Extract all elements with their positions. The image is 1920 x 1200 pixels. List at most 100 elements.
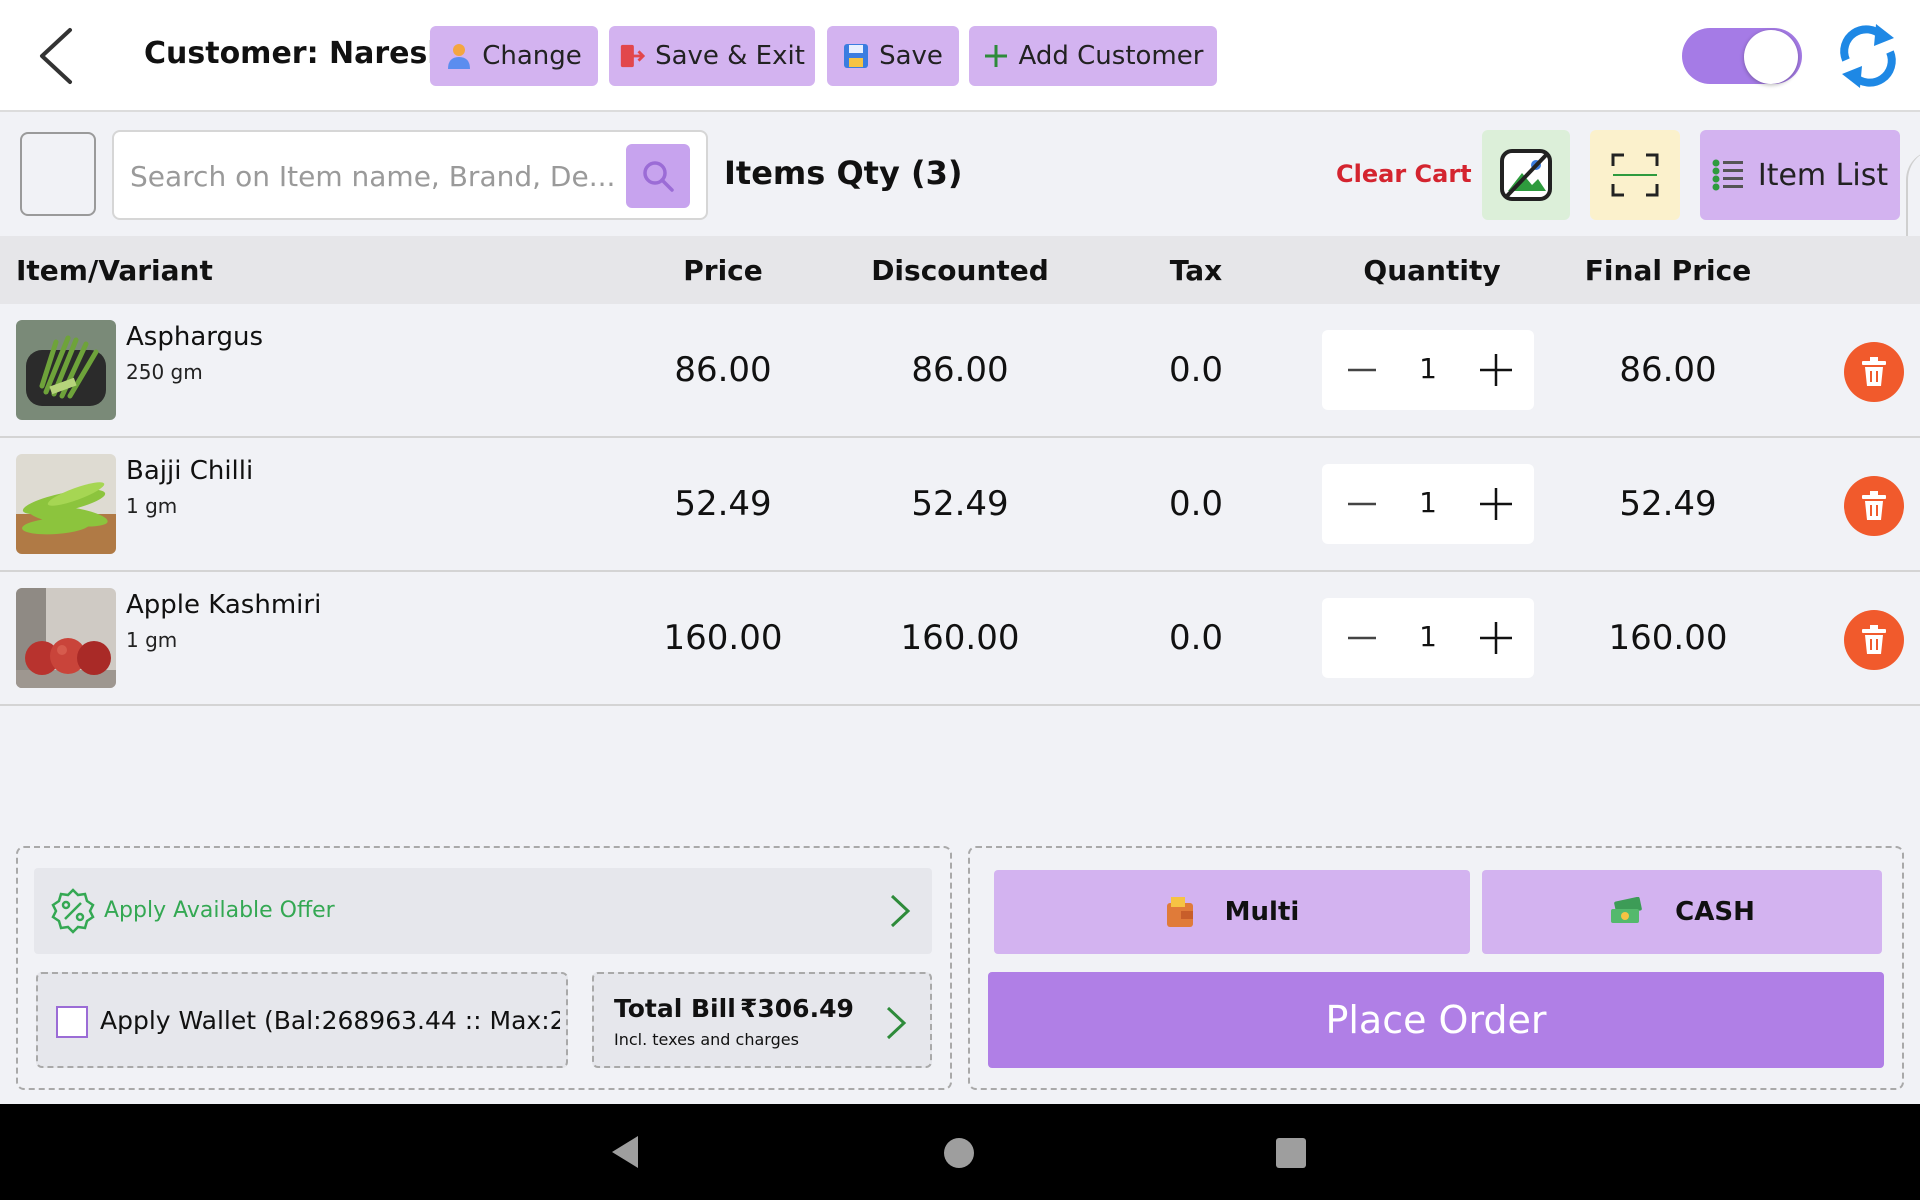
plus-icon[interactable] xyxy=(1476,484,1516,524)
select-all-checkbox[interactable] xyxy=(20,132,96,216)
delete-item-button[interactable] xyxy=(1844,476,1904,536)
floppy-disk-icon xyxy=(843,42,869,70)
item-name: Asphargus xyxy=(126,322,264,352)
table-row[interactable]: Bajji Chilli 1 gm 52.49 52.49 0.0 1 52.4… xyxy=(0,438,1920,572)
item-variant: 1 gm xyxy=(126,494,178,518)
delete-item-button[interactable] xyxy=(1844,342,1904,402)
save-label: Save xyxy=(879,41,943,71)
search-button[interactable] xyxy=(626,144,690,208)
quantity-value[interactable]: 1 xyxy=(1398,620,1458,653)
minus-icon[interactable] xyxy=(1344,352,1380,388)
delete-item-button[interactable] xyxy=(1844,610,1904,670)
minus-icon[interactable] xyxy=(1344,486,1380,522)
item-price: 86.00 xyxy=(674,350,772,390)
quantity-value[interactable]: 1 xyxy=(1398,352,1458,385)
system-nav-bar xyxy=(0,1104,1920,1200)
total-bill-card[interactable]: Total Bill ₹306.49 Incl. texes and charg… xyxy=(592,972,932,1068)
discount-badge-icon xyxy=(51,888,95,934)
items-qty: Items Qty (3) xyxy=(724,154,963,192)
column-quantity: Quantity xyxy=(1363,254,1501,287)
item-final-price: 160.00 xyxy=(1608,618,1728,658)
cash-label: CASH xyxy=(1675,897,1755,927)
plus-icon[interactable] xyxy=(1476,350,1516,390)
column-final-price: Final Price xyxy=(1584,254,1752,287)
total-bill-label: Total Bill xyxy=(614,994,736,1023)
top-bar: Customer: Naresh Change Save & Exit Save… xyxy=(0,0,1920,112)
apply-offer-button[interactable]: Apply Available Offer xyxy=(34,868,932,954)
item-list-button[interactable]: Item List xyxy=(1700,130,1900,220)
nav-back-icon[interactable] xyxy=(606,1132,646,1172)
item-name: Bajji Chilli xyxy=(126,456,254,486)
item-image-asparagus xyxy=(16,320,116,420)
item-final-price: 52.49 xyxy=(1619,484,1717,524)
item-name: Apple Kashmiri xyxy=(126,590,322,620)
item-variant: 250 gm xyxy=(126,360,203,384)
item-final-price: 86.00 xyxy=(1619,350,1717,390)
column-price: Price xyxy=(683,254,763,287)
save-exit-label: Save & Exit xyxy=(655,41,805,71)
total-bill-subtext: Incl. texes and charges xyxy=(614,1030,799,1049)
item-discounted: 160.00 xyxy=(900,618,1020,658)
place-order-button[interactable]: Place Order xyxy=(988,972,1884,1068)
table-row[interactable]: Asphargus 250 gm 86.00 86.00 0.0 1 86.00 xyxy=(0,304,1920,438)
item-image-bajji-chilli xyxy=(16,454,116,554)
sync-icon[interactable] xyxy=(1836,20,1900,92)
item-price: 160.00 xyxy=(663,618,783,658)
chevron-right-icon xyxy=(886,1006,907,1040)
table-row[interactable]: Apple Kashmiri 1 gm 160.00 160.00 0.0 1 … xyxy=(0,572,1920,706)
item-image-apple-kashmiri xyxy=(16,588,116,688)
total-bill-amount: ₹306.49 xyxy=(740,994,854,1023)
plus-icon xyxy=(983,42,1009,70)
toggle-knob xyxy=(1744,30,1798,84)
user-icon xyxy=(446,42,472,70)
quantity-stepper: 1 xyxy=(1322,598,1534,678)
nav-recents-icon[interactable] xyxy=(1276,1138,1306,1168)
clear-cart-button[interactable]: Clear Cart xyxy=(1336,160,1472,188)
minus-icon[interactable] xyxy=(1344,620,1380,656)
column-discounted: Discounted xyxy=(871,254,1049,287)
scan-icon xyxy=(1611,153,1659,197)
quantity-stepper: 1 xyxy=(1322,464,1534,544)
save-exit-button[interactable]: Save & Exit xyxy=(609,26,815,86)
trash-icon xyxy=(1862,491,1886,520)
toggle-images-button[interactable] xyxy=(1482,130,1570,220)
plus-icon[interactable] xyxy=(1476,618,1516,658)
offer-label: Apply Available Offer xyxy=(104,898,335,923)
wallet-checkbox[interactable] xyxy=(56,1006,88,1038)
multi-label: Multi xyxy=(1224,897,1300,927)
add-customer-label: Add Customer xyxy=(1018,41,1204,71)
wallet-label: Apply Wallet (Bal:268963.44 :: Max:20... xyxy=(100,1006,560,1035)
quantity-stepper: 1 xyxy=(1322,330,1534,410)
change-label: Change xyxy=(482,41,582,71)
item-price: 52.49 xyxy=(674,484,772,524)
cash-stack-icon xyxy=(1611,897,1642,923)
save-button[interactable]: Save xyxy=(827,26,959,86)
item-tax: 0.0 xyxy=(1168,618,1224,658)
search-input[interactable] xyxy=(130,152,620,200)
item-variant: 1 gm xyxy=(126,628,178,652)
trash-icon xyxy=(1862,625,1886,654)
wallet-icon xyxy=(1166,897,1193,927)
cash-payment-button[interactable]: CASH xyxy=(1482,870,1882,954)
item-tax: 0.0 xyxy=(1168,484,1224,524)
column-item-variant: Item/Variant xyxy=(16,254,213,287)
scan-button[interactable] xyxy=(1590,130,1680,220)
customer-title: Customer: Naresh xyxy=(144,36,449,71)
list-icon xyxy=(1712,159,1743,191)
search-icon xyxy=(643,161,674,192)
back-button[interactable] xyxy=(34,26,84,86)
add-customer-button[interactable]: Add Customer xyxy=(969,26,1217,86)
apply-wallet-option[interactable]: Apply Wallet (Bal:268963.44 :: Max:20... xyxy=(36,972,568,1068)
item-discounted: 86.00 xyxy=(911,350,1009,390)
item-tax: 0.0 xyxy=(1168,350,1224,390)
quantity-value[interactable]: 1 xyxy=(1398,486,1458,519)
nav-home-icon[interactable] xyxy=(944,1138,974,1168)
chevron-right-icon xyxy=(890,894,911,928)
multi-payment-button[interactable]: Multi xyxy=(994,870,1470,954)
search-box xyxy=(112,130,708,220)
exit-icon xyxy=(619,42,646,70)
mode-toggle[interactable] xyxy=(1682,28,1802,84)
item-discounted: 52.49 xyxy=(911,484,1009,524)
change-customer-button[interactable]: Change xyxy=(430,26,598,86)
item-list-label: Item List xyxy=(1757,157,1889,193)
